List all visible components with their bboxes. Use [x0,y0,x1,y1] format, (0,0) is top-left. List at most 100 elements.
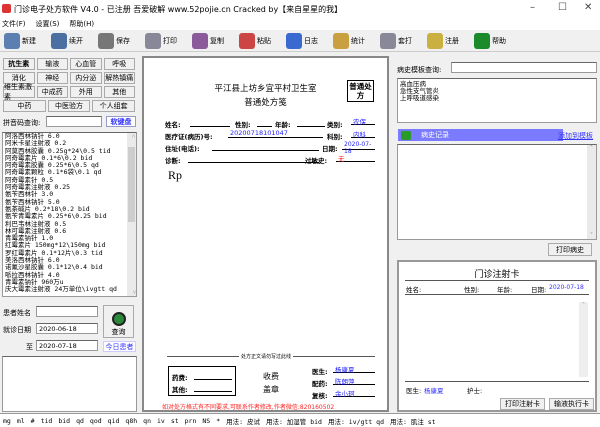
key-icon [427,32,443,49]
author-notice: 如对处方格式有不同要求,可联系作者修改,作者微信:820160502 [162,404,335,411]
drug-list[interactable]: ˄ ˅ 阿洛西林钠针 6.0 阿米卡星注射液 0.2 阿莫西林胶囊 0.25g*24\… [2,132,137,297]
shortcut-item[interactable]: qd [76,417,84,425]
drug-list-scrollbar[interactable]: ˄ ˅ [127,133,136,296]
soft-keyboard-button[interactable]: 软键盘 [106,116,136,127]
shortcut-item[interactable]: st [171,417,179,425]
shortcut-item[interactable]: * [216,417,220,425]
diagnosis-field[interactable] [188,154,319,163]
shortcut-item[interactable]: 用法: 皮试 [226,416,260,426]
dept-field[interactable]: 内科 [351,129,375,139]
shortcut-item[interactable]: tid [41,417,53,425]
shortcut-item[interactable]: 用法: 肌注 st [390,416,436,426]
drug-fee-field[interactable] [194,371,232,380]
shortcut-item[interactable]: prn [185,417,197,425]
shortcut-item[interactable]: mg [3,417,11,425]
category-tab[interactable]: 输液 [36,58,68,70]
toolbar: 新建 续开 保存 打印 复制 粘贴 日志 统计 套打 注册 帮助 [0,30,600,52]
menu-file[interactable]: 文件(F) [2,19,26,29]
category-tab[interactable]: 呼吸 [103,58,135,70]
pinyin-search-input[interactable] [46,116,102,127]
allergy-field[interactable]: 无 [336,153,375,163]
category-tab[interactable]: 中药 [3,100,46,112]
category-tab[interactable]: 抗生素 [3,58,35,70]
today-patients-button[interactable]: 今日患者 [103,341,136,352]
template-query-input[interactable] [451,62,597,73]
close-button[interactable]: ✕ [584,2,592,13]
card-scrollbar[interactable]: ˄ [579,302,588,377]
toolbar-button-8[interactable]: 套打 [380,32,424,49]
shortcut-item[interactable]: ml [17,417,25,425]
other-fee-field[interactable] [194,383,232,392]
category-tab[interactable]: 心血管 [70,58,102,70]
patient-name-input[interactable] [36,306,98,317]
toolbar-button-6[interactable]: 日志 [286,32,330,49]
address-label: 住址(电话): [165,145,200,153]
shortcut-item[interactable]: q8h [125,417,137,425]
doctor-label: 医生: [312,368,328,376]
dispenser-field[interactable]: 陈朗萍 [333,376,375,386]
age-field[interactable] [297,118,325,127]
category-tab[interactable]: 内分泌 [70,72,102,84]
address-field[interactable] [212,142,319,151]
toolbar-button-4[interactable]: 复制 [192,32,236,49]
shortcut-item[interactable]: qid [108,417,120,425]
check-label: 复核: [312,392,328,400]
toolbar-button-7[interactable]: 统计 [333,32,377,49]
category-tab[interactable]: 解热镇痛 [103,72,135,84]
category-tab[interactable]: 神经 [36,72,68,84]
template-item[interactable]: 上呼吸道感染 [400,95,594,102]
toolbar-button-1[interactable]: 续开 [51,32,95,49]
shortcut-item[interactable]: qn [143,417,151,425]
category-tab[interactable]: 中成药 [36,86,68,98]
log-icon [286,32,302,49]
card-date-label: 日期: [531,286,547,294]
checker-field[interactable]: 余小珂 [333,388,375,398]
date-from-input[interactable]: 2020-06-18 [36,323,98,334]
shortcut-item[interactable]: qod [90,417,102,425]
category-tab[interactable]: 中医验方 [47,100,91,112]
template-list[interactable]: 高血压病 急性支气管炎 上呼吸道感染 [397,78,597,123]
history-scrollbar[interactable]: ˄ ˅ [587,145,596,239]
toolbar-label: 注册 [445,36,459,45]
shortcut-item[interactable]: NS [202,417,210,425]
toolbar-button-9[interactable]: 注册 [427,32,471,49]
toolbar-button-0[interactable]: 新建 [4,32,48,49]
menu-settings[interactable]: 设置(S) [36,19,60,29]
query-button[interactable]: 查询 [103,305,134,338]
print-history-button[interactable]: 打印病史 [548,243,592,256]
title-bar: 门诊电子处方软件 V4.0 - 已注册 吾爱破解 www.52pojie.cn … [0,0,600,18]
category-field[interactable]: 农保 [351,116,375,126]
toolbar-button-5[interactable]: 粘贴 [239,32,283,49]
doctor-field[interactable]: 杨康夏 [333,364,375,374]
category-tab[interactable]: 外用 [70,86,102,98]
shortcut-item[interactable]: 用法: iv/gtt qd [328,416,384,426]
history-textarea[interactable]: ˄ ˅ [397,144,597,240]
dispense-label: 配药: [312,380,328,388]
date-to-input[interactable]: 2020-07-18 [36,340,98,351]
add-template-link[interactable]: 添加到模板 [558,131,593,141]
record-no-field[interactable]: 20200718101047 [228,129,323,138]
minimize-button[interactable]: – [530,2,535,13]
toolbar-button-3[interactable]: 打印 [145,32,189,49]
shortcut-item[interactable]: # [31,417,35,425]
patient-list[interactable] [2,356,137,412]
drug-item[interactable]: 庆大霉素注射液 24万单位\ivgtt qd [3,285,136,293]
shortcut-item[interactable]: bid [58,417,70,425]
history-header-label: 病史记录 [421,131,449,139]
toolbar-button-10[interactable]: 帮助 [474,32,518,49]
print-injection-card-button[interactable]: 打印注射卡 [500,398,545,410]
sex-field[interactable] [257,118,272,127]
date-field[interactable]: 2020-07-18 [342,141,375,155]
category-tab[interactable]: 个人组套 [92,100,135,112]
category-tab[interactable]: 维生素激素 [3,83,35,101]
card-title: 门诊注射卡 [474,270,520,280]
menu-help[interactable]: 帮助(H) [69,19,94,29]
toolbar-button-2[interactable]: 保存 [98,32,142,49]
card-date: 2020-07-18 [549,284,584,291]
maximize-button[interactable]: ☐ [558,2,567,13]
shortcut-item[interactable]: iv [157,417,165,425]
shortcut-item[interactable]: 用法: 加湿管 bid [266,416,322,426]
category-tab[interactable]: 其他 [103,86,135,98]
infusion-card-button[interactable]: 输液执行卡 [549,398,594,410]
name-field[interactable] [190,118,230,127]
